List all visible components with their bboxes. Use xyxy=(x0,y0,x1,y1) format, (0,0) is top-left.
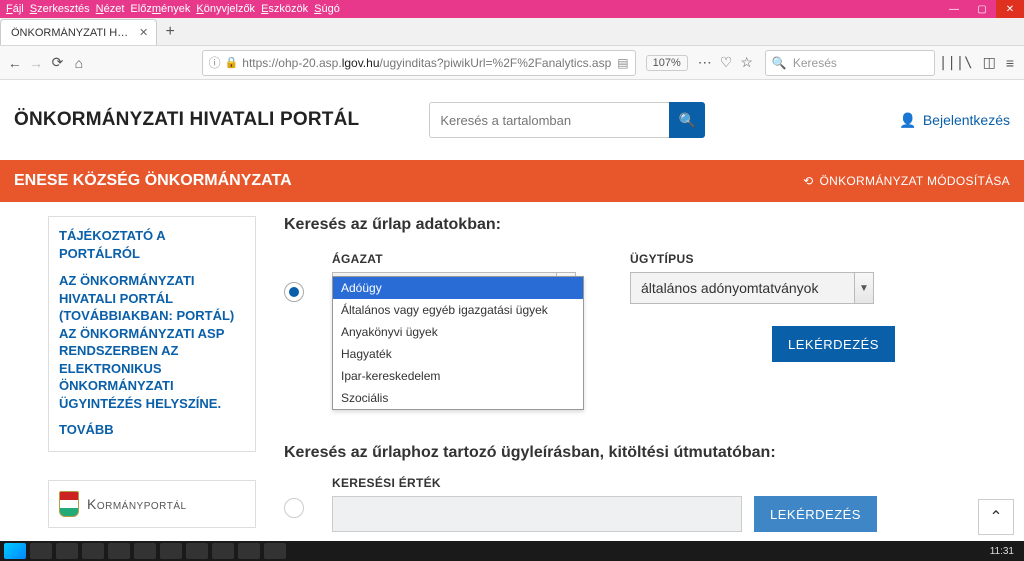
lock-icon: 🔒 xyxy=(225,56,239,69)
agazat-label: ÁGAZAT xyxy=(332,252,576,266)
menu-tools[interactable]: Eszközök xyxy=(261,3,308,15)
refresh-icon: ⟲ xyxy=(803,174,813,188)
new-tab-button[interactable]: + xyxy=(157,19,183,45)
window-maximize-button[interactable]: ▢ xyxy=(968,0,996,18)
taskbar-item[interactable] xyxy=(160,543,182,559)
url-bar[interactable]: ⓘ 🔒 https://ohp-20.asp.lgov.hu/ugyindita… xyxy=(202,50,636,76)
radio-desc-search[interactable] xyxy=(284,498,304,518)
taskbar-item[interactable] xyxy=(134,543,156,559)
ugytipus-select[interactable]: általános adónyomtatványok ▼ xyxy=(630,272,874,304)
page-content: ÖNKORMÁNYZATI HIVATALI PORTÁL 🔍 👤 Bejele… xyxy=(0,80,1024,541)
search-placeholder: Keresés xyxy=(793,56,837,70)
taskbar-item[interactable] xyxy=(82,543,104,559)
ugytipus-value: általános adónyomtatványok xyxy=(630,272,854,304)
menu-view[interactable]: Nézet xyxy=(96,3,125,15)
taskbar-clock: 11:31 xyxy=(990,546,1020,557)
change-municipality-link[interactable]: ⟲ ÖNKORMÁNYZAT MÓDOSÍTÁSA xyxy=(803,174,1010,188)
search-icon: 🔍 xyxy=(679,112,696,129)
login-label: Bejelentkezés xyxy=(923,112,1010,128)
agazat-option[interactable]: Ipar-kereskedelem xyxy=(333,365,583,387)
menu-history[interactable]: Előzmények xyxy=(130,3,190,15)
site-search-input[interactable] xyxy=(429,102,669,138)
section-heading-form-search: Keresés az űrlap adatokban: xyxy=(284,216,1010,234)
reader-mode-icon[interactable]: ▤ xyxy=(617,56,628,70)
chevron-down-icon[interactable]: ▼ xyxy=(854,272,874,304)
sidebar-more-link[interactable]: TOVÁBB xyxy=(59,422,114,437)
hamburger-menu-icon[interactable]: ≡ xyxy=(1006,55,1014,71)
search-value-input[interactable] xyxy=(332,496,742,532)
menu-edit[interactable]: Szerkesztés xyxy=(30,3,90,15)
user-icon: 👤 xyxy=(899,112,916,129)
agazat-option[interactable]: Általános vagy egyéb igazgatási ügyek xyxy=(333,299,583,321)
govportal-label: Kormányportál xyxy=(87,496,187,512)
search-icon: 🔍 xyxy=(772,56,787,70)
taskbar-item[interactable] xyxy=(212,543,234,559)
agazat-dropdown[interactable]: Adóügy Általános vagy egyéb igazgatási ü… xyxy=(332,276,584,410)
more-icon[interactable]: ⋯ xyxy=(698,54,712,71)
menu-help[interactable]: Súgó xyxy=(314,3,340,15)
menu-file[interactable]: Fájl xyxy=(6,3,24,15)
window-menu[interactable]: Fájl Szerkesztés Nézet Előzmények Könyvj… xyxy=(0,3,340,15)
nav-reload-button[interactable]: ⟳ xyxy=(49,51,66,75)
sidebar-link-description[interactable]: AZ ÖNKORMÁNYZATI HIVATALI PORTÁL (TOVÁBB… xyxy=(59,272,245,412)
start-button[interactable] xyxy=(4,543,26,559)
chevron-up-icon: ⌃ xyxy=(989,507,1002,527)
taskbar-item[interactable] xyxy=(108,543,130,559)
ugytipus-label: ÜGYTÍPUS xyxy=(630,252,874,266)
tab-close-icon[interactable]: ✕ xyxy=(139,26,148,39)
menu-bookmarks[interactable]: Könyvjelzők xyxy=(196,3,255,15)
url-text: https://ohp-20.asp.lgov.hu/ugyinditas?pi… xyxy=(242,56,611,70)
site-title: ÖNKORMÁNYZATI HIVATALI PORTÁL xyxy=(14,109,359,131)
info-icon: ⓘ xyxy=(209,54,221,71)
browser-toolbar: ← → ⟳ ⌂ ⓘ 🔒 https://ohp-20.asp.lgov.hu/u… xyxy=(0,46,1024,80)
section-heading-desc-search: Keresés az űrlaphoz tartozó ügyleírásban… xyxy=(284,444,1010,462)
sidebar-link-about[interactable]: TÁJÉKOZTATÓ A PORTÁLRÓL xyxy=(59,227,245,262)
window-titlebar: Fájl Szerkesztés Nézet Előzmények Könyvj… xyxy=(0,0,1024,18)
taskbar-item[interactable] xyxy=(264,543,286,559)
site-header: ÖNKORMÁNYZATI HIVATALI PORTÁL 🔍 👤 Bejele… xyxy=(0,80,1024,160)
taskbar-item[interactable] xyxy=(186,543,208,559)
municipality-bar: ENESE KÖZSÉG ÖNKORMÁNYZATA ⟲ ÖNKORMÁNYZA… xyxy=(0,160,1024,202)
login-link[interactable]: 👤 Bejelentkezés xyxy=(899,112,1010,129)
sidebar-info-box: TÁJÉKOZTATÓ A PORTÁLRÓL AZ ÖNKORMÁNYZATI… xyxy=(48,216,256,452)
shield-icon[interactable]: ♡ xyxy=(720,54,733,71)
bookmark-star-icon[interactable]: ☆ xyxy=(740,54,753,71)
taskbar-item[interactable] xyxy=(238,543,260,559)
municipality-name: ENESE KÖZSÉG ÖNKORMÁNYZATA xyxy=(14,172,292,190)
nav-home-button[interactable]: ⌂ xyxy=(70,51,87,75)
crest-icon xyxy=(59,491,79,517)
taskbar-item[interactable] xyxy=(30,543,52,559)
scroll-to-top-button[interactable]: ⌃ xyxy=(978,499,1014,535)
taskbar-item[interactable] xyxy=(56,543,78,559)
window-minimize-button[interactable]: — xyxy=(940,0,968,18)
browser-tab-strip: ÖNKORMÁNYZATI HIVATALI PORT ✕ + xyxy=(0,18,1024,46)
govportal-badge[interactable]: Kormányportál xyxy=(48,480,256,528)
agazat-option[interactable]: Szociális xyxy=(333,387,583,409)
search-value-label: KERESÉSI ÉRTÉK xyxy=(332,476,1010,490)
query-button-2[interactable]: LEKÉRDEZÉS xyxy=(754,496,877,532)
sidebar-icon[interactable]: ◫ xyxy=(983,54,996,71)
zoom-indicator[interactable]: 107% xyxy=(646,55,688,71)
tab-title: ÖNKORMÁNYZATI HIVATALI PORT xyxy=(11,27,131,39)
nav-back-button[interactable]: ← xyxy=(6,51,23,75)
windows-taskbar[interactable]: 11:31 xyxy=(0,541,1024,561)
nav-forward-button[interactable]: → xyxy=(27,51,44,75)
radio-form-search[interactable] xyxy=(284,282,304,302)
browser-tab[interactable]: ÖNKORMÁNYZATI HIVATALI PORT ✕ xyxy=(0,19,157,45)
library-icon[interactable]: |||\ xyxy=(939,55,973,71)
agazat-option[interactable]: Anyakönyvi ügyek xyxy=(333,321,583,343)
agazat-option[interactable]: Adóügy xyxy=(333,277,583,299)
site-search-button[interactable]: 🔍 xyxy=(669,102,705,138)
window-close-button[interactable]: ✕ xyxy=(996,0,1024,18)
agazat-option[interactable]: Hagyaték xyxy=(333,343,583,365)
browser-search-bar[interactable]: 🔍 Keresés xyxy=(765,50,935,76)
query-button[interactable]: LEKÉRDEZÉS xyxy=(772,326,895,362)
site-search: 🔍 xyxy=(429,102,705,138)
